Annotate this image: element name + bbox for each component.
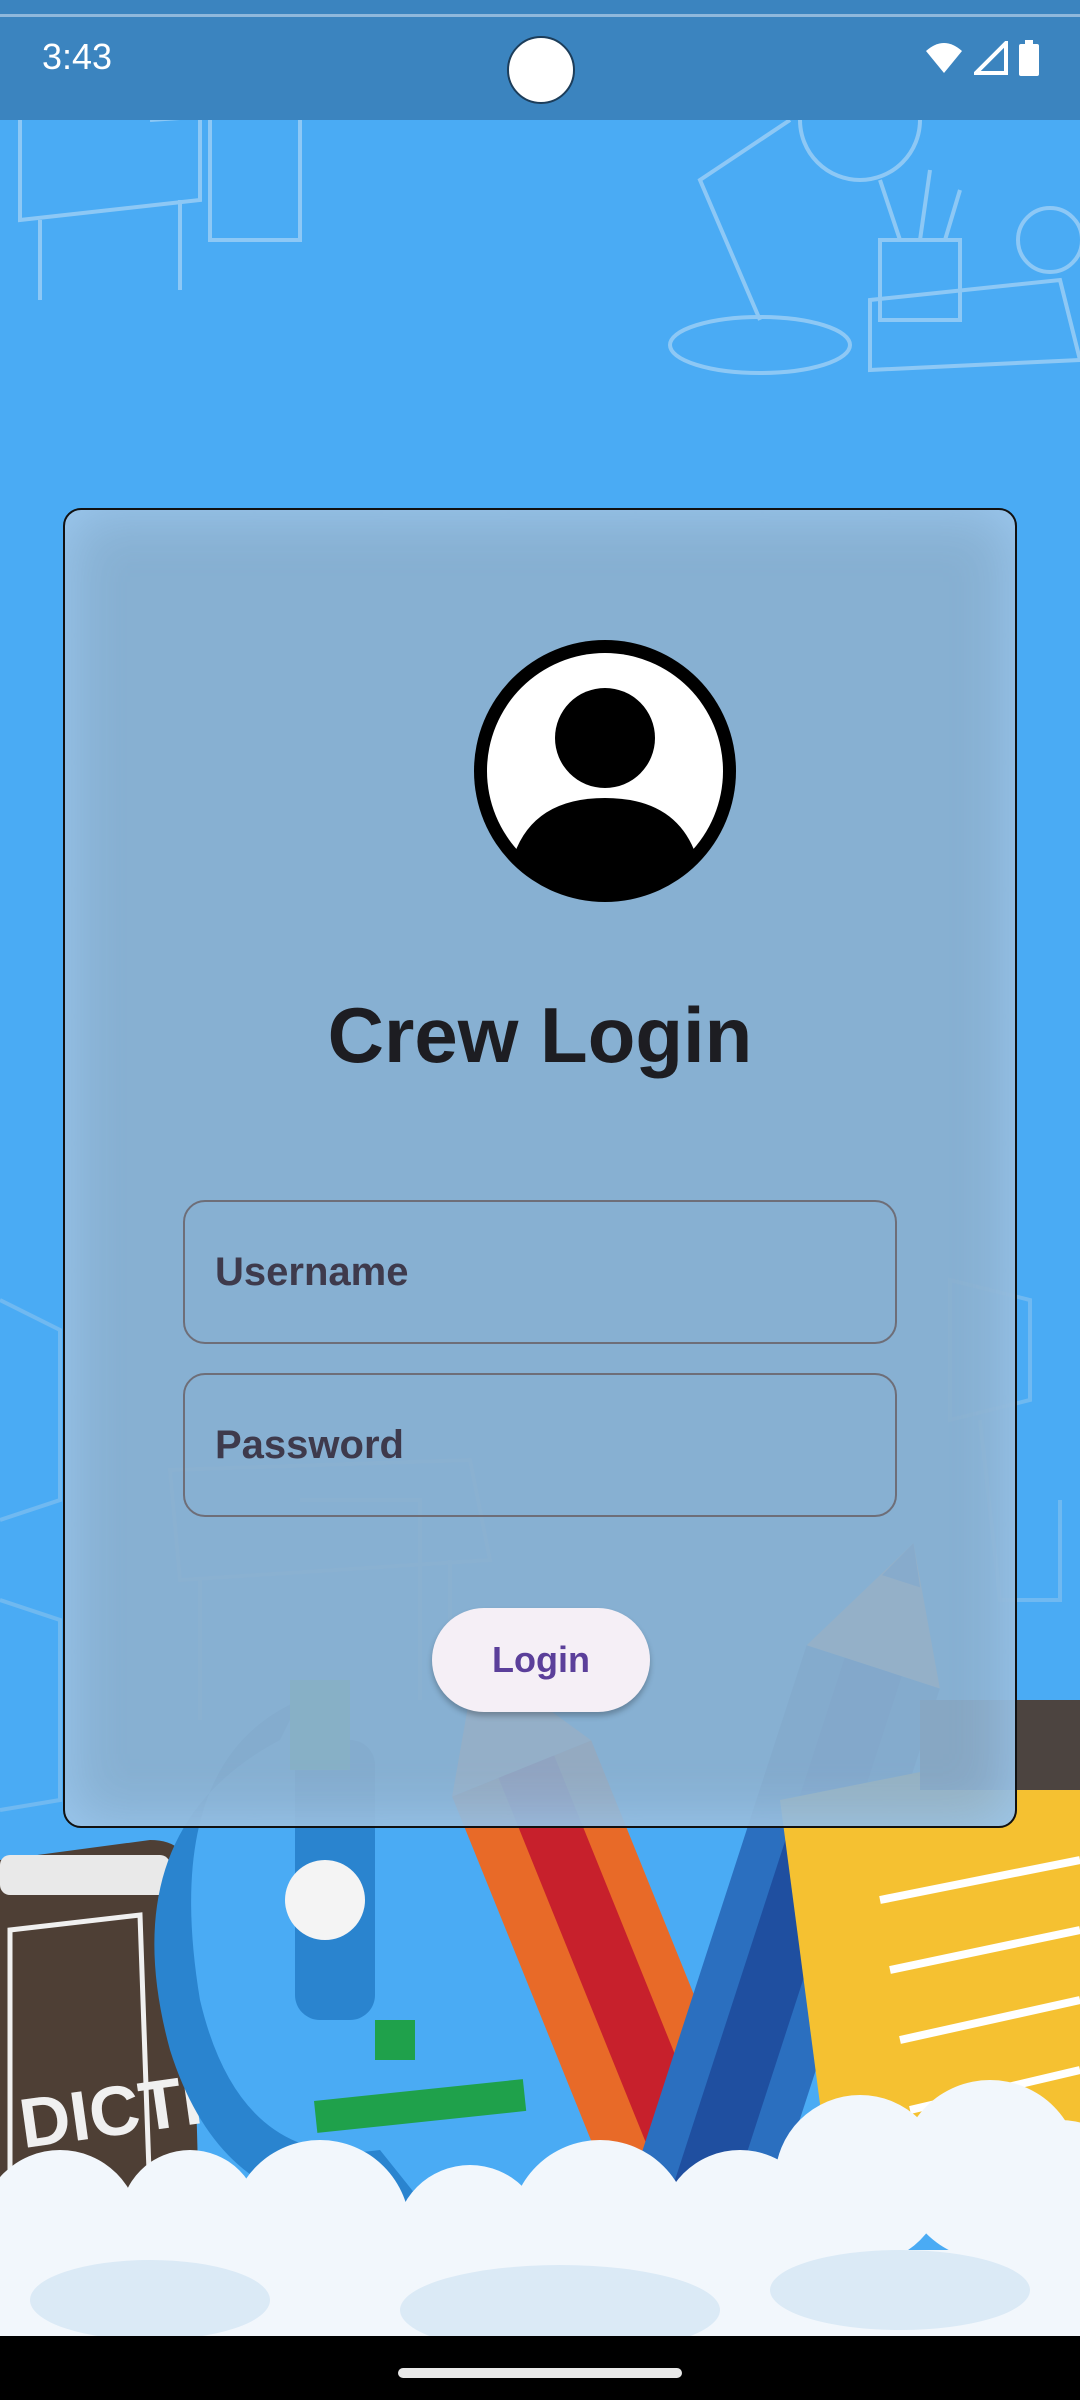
signal-icon	[974, 41, 1008, 75]
navigation-bar	[0, 2336, 1080, 2400]
status-time: 3:43	[42, 36, 113, 77]
home-gesture-handle[interactable]	[398, 2368, 682, 2378]
wifi-icon	[926, 43, 962, 73]
battery-icon	[1019, 40, 1039, 76]
login-button[interactable]: Login	[432, 1608, 650, 1712]
password-input[interactable]	[185, 1375, 895, 1515]
status-icons	[924, 40, 1040, 76]
password-field[interactable]	[183, 1373, 897, 1517]
login-screen: DICTI 3:43 Crew Login Username Login	[0, 0, 1080, 2400]
account-circle-icon	[474, 640, 736, 902]
status-bar: 3:43	[0, 0, 1080, 120]
camera-cutout	[507, 36, 575, 104]
login-card: Crew Login Login	[63, 508, 1017, 1828]
status-bar-divider	[0, 14, 1080, 17]
page-title: Crew Login	[327, 991, 753, 1079]
username-input[interactable]	[185, 1202, 895, 1342]
username-field[interactable]	[183, 1200, 897, 1344]
